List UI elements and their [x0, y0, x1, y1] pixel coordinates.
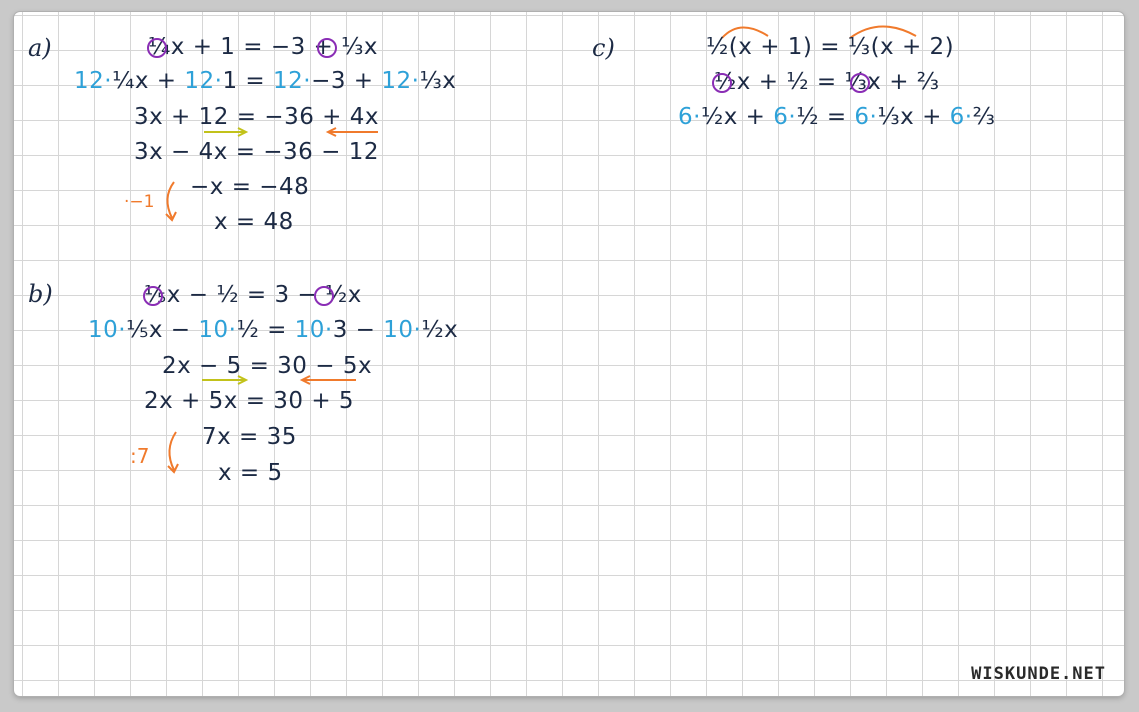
- grid-paper: a) ¼x + 1 = −3 + ⅓x 12·¼x + 12·1 = 12·−3…: [14, 12, 1124, 696]
- watermark-logo: WISKUNDE.NET: [971, 664, 1106, 684]
- denominator-circles: [143, 38, 870, 306]
